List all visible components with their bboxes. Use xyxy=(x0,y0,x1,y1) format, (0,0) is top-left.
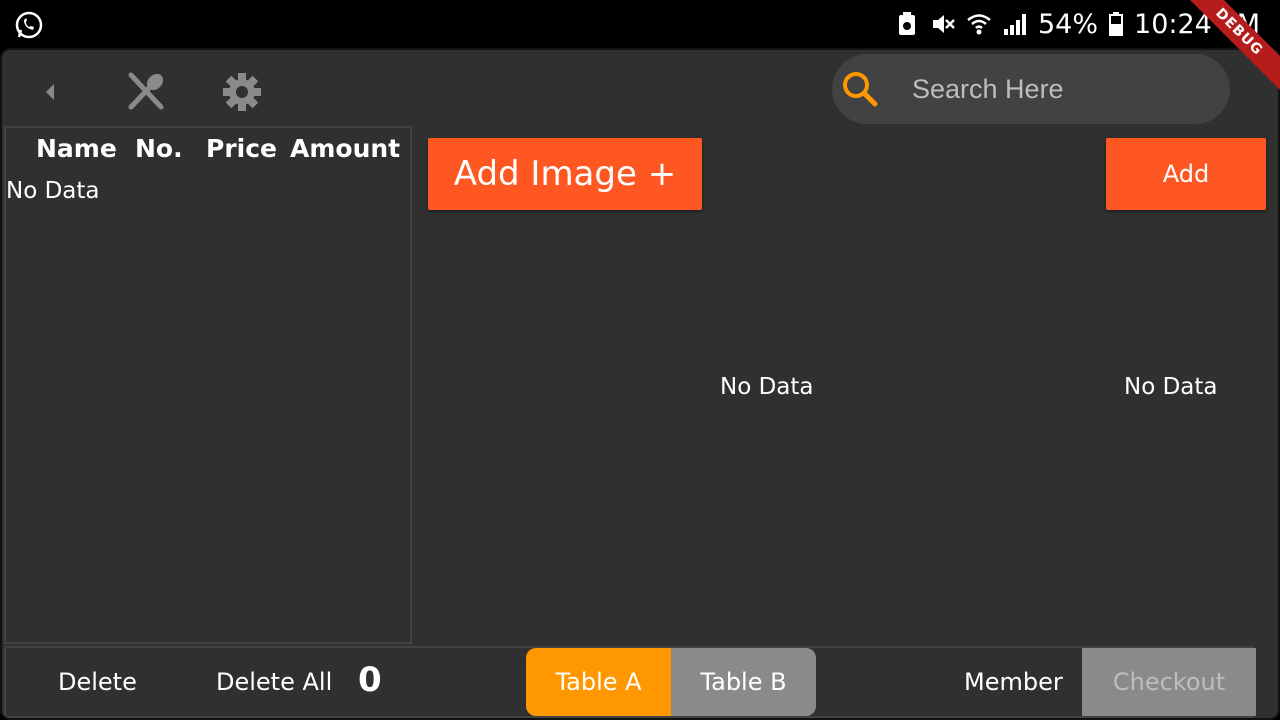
menu-empty-text: No Data xyxy=(720,374,814,400)
battery-saver-icon xyxy=(894,11,920,37)
search-input[interactable] xyxy=(912,73,1212,105)
gear-icon[interactable] xyxy=(220,70,264,114)
search-bar[interactable] xyxy=(832,54,1230,124)
column-header-name: Name xyxy=(36,134,117,163)
battery-percent: 54% xyxy=(1038,8,1099,40)
tab-table-a[interactable]: Table A xyxy=(526,648,671,716)
order-column-headers: Name No. Price Amount xyxy=(6,132,410,172)
utensils-icon[interactable] xyxy=(124,70,168,114)
app-window: Name No. Price Amount No Data Add Image … xyxy=(0,48,1280,720)
status-bar: 54% 10:24 PM DEBUG xyxy=(0,0,1280,101)
column-header-amount: Amount xyxy=(290,134,401,163)
delete-all-button[interactable]: Delete All xyxy=(216,648,332,716)
battery-icon xyxy=(1108,11,1124,37)
add-image-button[interactable]: Add Image + xyxy=(428,138,702,210)
item-count: 0 xyxy=(358,660,382,700)
table-toggle: Table A Table B xyxy=(526,648,816,716)
wifi-icon xyxy=(966,11,992,37)
bottom-bar: Delete Delete All 0 Table A Table B Memb… xyxy=(4,646,1256,718)
toolbar xyxy=(2,50,1278,128)
checkout-button[interactable]: Checkout xyxy=(1082,648,1256,716)
whatsapp-icon xyxy=(14,10,44,40)
delete-button[interactable]: Delete xyxy=(58,648,137,716)
column-header-no: No. xyxy=(135,134,183,163)
mute-icon xyxy=(930,11,956,37)
category-empty-text: No Data xyxy=(1124,374,1218,400)
order-empty-text: No Data xyxy=(6,178,100,204)
order-list-panel: Name No. Price Amount No Data xyxy=(4,126,412,644)
column-header-price: Price xyxy=(206,134,277,163)
back-arrow-icon[interactable] xyxy=(28,70,72,114)
add-button[interactable]: Add xyxy=(1106,138,1266,210)
signal-icon xyxy=(1002,11,1028,37)
member-button[interactable]: Member xyxy=(964,648,1063,716)
search-icon xyxy=(838,67,882,111)
tab-table-b[interactable]: Table B xyxy=(671,648,816,716)
